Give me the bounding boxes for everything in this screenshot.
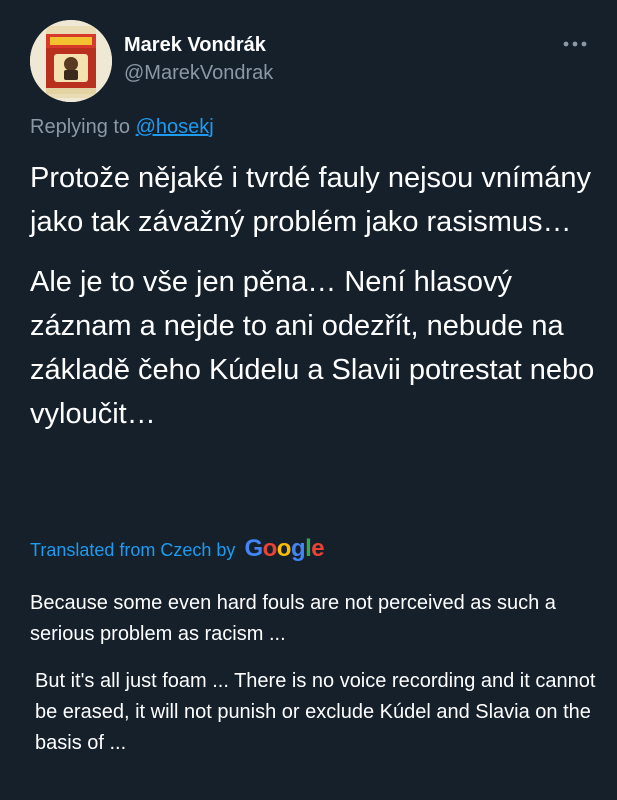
replying-to-label: Replying to xyxy=(30,116,131,138)
tweet-paragraph: Protože nějaké i tvrdé fauly nejsou vním… xyxy=(30,162,591,238)
google-logo-letter: e xyxy=(311,535,325,562)
translation-label: Translated from Czech by xyxy=(30,540,236,560)
avatar[interactable] xyxy=(30,20,112,102)
tweet-author[interactable]: Marek Vondrák @MarekVondrak xyxy=(124,32,273,86)
google-logo-letter: g xyxy=(290,535,306,562)
translation-attribution[interactable]: Translated from Czech by Google xyxy=(30,534,325,565)
replying-to-handle-link[interactable]: @hosekj xyxy=(136,116,214,138)
tweet-paragraph: Ale je to vše jen pěna… Není hlasový záz… xyxy=(30,266,595,430)
translation-paragraph: Because some even hard fouls are not per… xyxy=(30,592,556,645)
author-display-name[interactable]: Marek Vondrák xyxy=(124,32,273,58)
product-can-avatar xyxy=(30,20,112,102)
google-logo: Google xyxy=(244,535,324,562)
more-options-button[interactable] xyxy=(561,34,589,54)
google-logo-letter: o xyxy=(262,535,278,562)
more-horizontal-icon xyxy=(563,41,587,47)
author-handle[interactable]: @MarekVondrak xyxy=(124,60,273,86)
replying-to: Replying to @hosekj xyxy=(30,114,214,140)
google-logo-letter: o xyxy=(276,535,292,562)
translated-text: Because some even hard fouls are not per… xyxy=(30,588,602,759)
translation-paragraph: But it's all just foam ... There is no v… xyxy=(35,670,596,754)
google-logo-letter: G xyxy=(244,535,263,562)
tweet-text: Protože nějaké i tvrdé fauly nejsou vním… xyxy=(30,156,600,436)
